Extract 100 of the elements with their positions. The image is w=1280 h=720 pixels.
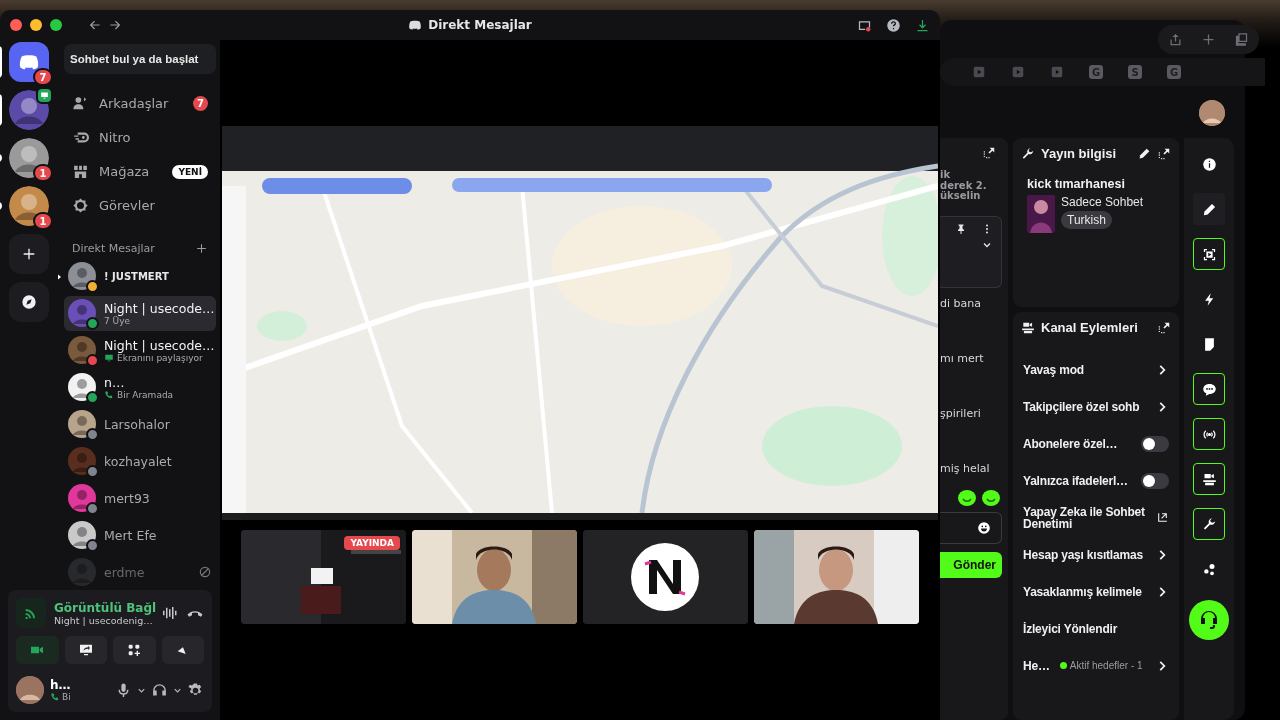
action-label: Abonelere özel… [1023,436,1119,451]
phone-icon [50,692,60,702]
nav-item[interactable]: Nitro [64,121,216,154]
dots-icon [1201,561,1217,577]
actions-icon [1021,320,1035,335]
toggle-switch[interactable] [1141,472,1169,489]
pop-out-icon[interactable] [1157,146,1171,161]
discord-icon [408,18,423,32]
voice-channel[interactable]: Night | usecodenig… [54,614,152,626]
share-screen-button[interactable] [64,636,107,664]
screen-share-icon [40,91,49,100]
chat-text: mı mert [940,351,984,365]
action-label: Yalnızca ifadelerl… [1023,473,1129,488]
avatar [68,410,96,438]
chat-text: ik [940,170,952,181]
plus-icon [21,246,37,262]
forward-icon[interactable] [108,18,122,32]
chat-input[interactable] [940,511,1002,544]
minimize-button[interactable] [30,19,42,31]
stream-title: kick tımarhanesi [1027,177,1126,191]
chat-text: derek 2. [940,180,988,191]
server-icon[interactable] [9,186,49,226]
status-dot [1059,662,1067,669]
activities-button[interactable] [113,636,156,664]
count-badge: 7 [193,96,208,111]
screen-button[interactable] [1193,238,1225,270]
avatar[interactable] [1199,100,1225,126]
back-icon[interactable] [88,18,102,32]
info-icon [1201,156,1217,172]
wrench-icon [1201,516,1217,532]
dm-item[interactable]: kozhayalet [64,443,216,479]
server-icon[interactable] [9,90,49,130]
friends-icon [72,95,89,112]
action-item[interactable]: Yasaklanmış kelimele [1021,573,1171,610]
user-avatar[interactable] [16,676,44,704]
chat-button[interactable] [1193,373,1225,405]
home-button[interactable] [9,42,49,82]
action-item[interactable]: Yapay Zeka ile Sohbet Denetimi [1021,499,1171,536]
chat-text: şpirileri [940,406,981,420]
avatar [68,299,96,327]
help-icon[interactable] [886,17,901,33]
toggle-switch[interactable] [1141,435,1169,452]
noise-suppression-icon[interactable] [160,604,178,622]
download-icon[interactable] [915,17,930,33]
dm-item[interactable]: Night | usecode… 7 Üye [64,295,216,331]
camera-button[interactable] [1193,463,1225,495]
pop-out-icon[interactable] [1157,320,1171,335]
screen-share-icon [104,352,114,363]
action-item[interactable]: Yavaş mod [1021,351,1171,388]
notification-badge: 1 [33,164,53,182]
action-item[interactable]: He… Aktif hedefler - 1 [1021,647,1171,684]
compass-icon [21,294,37,310]
plus-icon[interactable] [195,241,208,255]
notification-badge: 1 [33,212,53,230]
avatar [68,558,96,586]
shop-icon [72,163,89,180]
send-button[interactable]: Gönder [940,551,1002,578]
soundboard-button[interactable] [161,636,204,664]
dm-item[interactable]: ! JUSTMERT [64,258,216,294]
language-tag: Turkish [1061,211,1112,229]
server-icon[interactable] [9,138,49,178]
support-button[interactable] [1189,600,1229,640]
nav-item[interactable]: Mağaza YENİ [64,155,216,188]
nav-item[interactable]: Arkadaşlar 7 [64,87,216,120]
chat-text: miş helal [940,461,990,475]
broadcast-button[interactable] [1193,418,1225,450]
emote-icon[interactable] [982,489,1000,506]
copy-icon[interactable] [1234,31,1249,47]
pin-icon[interactable] [955,222,967,235]
edit-icon[interactable] [1138,147,1151,160]
wrench-button[interactable] [1193,508,1225,540]
card-title: Kanal Eylemleri [1041,320,1139,335]
section-heading: İzleyici Yönlendir [1023,621,1119,636]
close-button[interactable] [10,19,22,31]
nav-item[interactable]: Görevler [64,189,216,222]
category-name[interactable]: Sadece Sohbet [1061,195,1144,209]
action-item[interactable]: Takipçilere özel sohb [1021,388,1171,425]
dm-item[interactable]: n… Bir Aramada [64,369,216,405]
emoji-icon[interactable] [977,520,991,535]
dm-item[interactable]: Mert Efe [64,517,216,553]
user-status: Bi [62,692,71,702]
chat-text: ükselin [940,191,982,202]
pencil-button[interactable] [1193,193,1225,225]
avatar [68,447,96,475]
emote-icon[interactable] [958,489,976,506]
share-icon[interactable] [1168,31,1183,47]
search-field[interactable]: Sohbet bul ya da başlat [64,44,216,74]
avatar [68,336,96,364]
user-name: h… [50,678,71,692]
dm-item[interactable]: Night | usecode… Ekranını paylaşıyor [64,332,216,368]
explore-button[interactable] [9,282,49,322]
pop-out-icon[interactable] [982,146,996,160]
zoom-button[interactable] [50,19,62,31]
avatar [68,484,96,512]
avatar [68,521,96,549]
dm-item[interactable]: mert93 [64,480,216,516]
add-server-button[interactable] [9,234,49,274]
dm-item[interactable]: Larsohalor [64,406,216,442]
screen-share-icon [77,642,94,658]
action-item[interactable]: Hesap yaşı kısıtlamas [1021,536,1171,573]
